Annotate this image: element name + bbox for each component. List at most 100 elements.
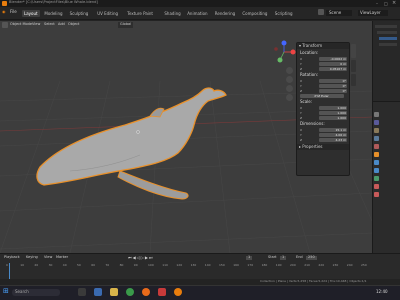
perspective-toggle-icon[interactable] [286,94,293,101]
frame-tick-label: 110 [162,263,168,267]
workspace-tab-modeling[interactable]: Modeling [42,10,64,17]
frame-tick-label: 120 [176,263,183,267]
outliner-row[interactable] [377,31,397,34]
task-view-icon[interactable] [78,288,86,296]
location-axis-label: X [300,56,303,61]
y-axis-icon[interactable] [277,57,283,63]
material-properties-icon[interactable] [374,184,379,189]
location-x-field[interactable]: -0.0062 m [319,56,347,61]
add-menu[interactable]: Add [58,22,65,27]
render-properties-icon[interactable] [374,120,379,125]
modifier-properties-icon[interactable] [374,160,379,165]
rotation-axis-label: X [300,78,303,83]
item-tab[interactable] [351,44,356,58]
select-menu[interactable]: Select [44,22,55,27]
workspace-tab-compositing[interactable]: Compositing [240,10,269,17]
outliner-row[interactable] [375,25,397,28]
rotation-label: Rotation: [300,72,319,77]
orientation-dropdown[interactable]: Global [118,22,134,28]
workspace-tab-animation[interactable]: Animation [185,10,209,17]
editor-type-icon[interactable] [2,22,8,28]
scene-selector[interactable]: Scene [326,10,352,16]
scale-y-field[interactable]: 1.000 [319,110,347,115]
keying-menu[interactable]: Keying [26,255,38,260]
object-properties-icon[interactable] [374,152,379,157]
texture-properties-icon[interactable] [374,192,379,197]
workspace-tab-texture-paint[interactable]: Texture Paint [125,10,155,17]
view-menu[interactable]: View [32,22,40,27]
workspace-tab-layout[interactable]: Layout [22,10,40,17]
app-icon[interactable] [158,288,166,296]
rotation-z-field[interactable]: 0° [319,88,347,93]
title-bar: Blender* [C:\Users\ProjectFiles\Blue Wha… [0,0,400,7]
rotation-x-field[interactable]: 0° [319,78,347,83]
menu-file[interactable]: File [10,10,17,14]
workspace-tab-sculpting[interactable]: Sculpting [68,10,91,17]
output-properties-icon[interactable] [374,128,379,133]
scene-icon[interactable] [318,9,324,15]
dimensions-z-field[interactable]: 4.23 m [319,137,347,142]
tool-properties-icon[interactable] [374,112,379,117]
playback-menu[interactable]: Playback [4,255,20,260]
firefox-icon[interactable] [142,288,150,296]
outliner[interactable] [372,21,400,101]
dimensions-x-field[interactable]: 15.1 m [319,127,347,132]
dimensions-y-field[interactable]: 4.06 m [319,132,347,137]
outliner-row-selected[interactable] [379,37,397,40]
dimensions-axis-label: Z [300,137,303,142]
transform-panel-header[interactable]: ▾ Transform [297,43,349,49]
file-explorer-icon[interactable] [110,288,118,296]
location-axis-label: Z [300,66,303,71]
view-tab[interactable] [351,74,356,86]
chrome-icon[interactable] [126,288,134,296]
workspace-tab-rendering[interactable]: Rendering [213,10,237,17]
window-title: Blender* [C:\Users\ProjectFiles\Blue Wha… [9,0,98,4]
end-frame-field[interactable]: 250 [306,255,317,260]
view-menu[interactable]: View [44,255,52,260]
zoom-icon[interactable] [286,67,293,74]
physics-properties-icon[interactable] [374,176,379,181]
camera-view-icon[interactable] [286,85,293,92]
z-axis-icon[interactable] [281,40,287,46]
rotation-mode-dropdown[interactable]: XYZ Euler [300,93,344,98]
navigation-gizmo[interactable] [272,40,296,64]
properties-editor[interactable] [372,101,400,253]
blender-logo-icon [2,1,7,6]
outliner-row[interactable] [379,43,397,46]
location-y-field[interactable]: 0 m [319,61,347,66]
workspace-tab-uv-editing[interactable]: UV Editing [95,10,120,17]
world-properties-icon[interactable] [374,144,379,149]
object-mode-dropdown[interactable]: Object Mode [10,22,32,27]
scale-z-field[interactable]: 1.000 [319,115,347,120]
maximize-icon[interactable]: □ [384,1,388,6]
rotation-y-field[interactable]: 0° [319,83,347,88]
current-frame-field[interactable]: 1 [246,255,253,260]
start-frame-field[interactable]: 1 [280,255,287,260]
windows-start-icon[interactable]: ⊞ [3,288,9,295]
blender-menu-icon[interactable]: ◉ [2,10,6,14]
workspace-tab-shading[interactable]: Shading [162,10,182,17]
close-icon[interactable]: × [392,0,396,6]
workspace-tab-scripting[interactable]: Scripting [273,10,295,17]
object-menu[interactable]: Object [68,22,79,27]
location-z-field[interactable]: 0.05167 m [319,66,347,71]
minimize-icon[interactable]: – [376,1,378,6]
properties-panel-header[interactable]: ▸ Properties [297,144,349,150]
dimensions-label: Dimensions: [300,121,325,126]
timeline[interactable]: Playback Keying View Marker ⏮◀◁▷▶⏭ 1 Sta… [0,253,400,279]
playhead[interactable] [9,263,10,279]
view-layer-selector[interactable]: ViewLayer [358,10,388,16]
frame-ruler[interactable]: 0 10 20 30 40 50 60 70 80 90 100 110 120 130 140 150 160… [0,264,372,270]
playback-controls[interactable]: ⏮◀◁▷▶⏭ [128,256,154,260]
scale-x-field[interactable]: 1.000 [319,105,347,110]
mail-app-icon[interactable] [94,288,102,296]
scene-properties-icon[interactable] [374,136,379,141]
blender-taskbar-icon[interactable] [174,288,182,296]
particles-properties-icon[interactable] [374,168,379,173]
frame-tick-label: 100 [148,263,154,267]
taskbar-search[interactable]: Search [12,289,60,296]
marker-menu[interactable]: Marker [56,255,68,260]
x-axis-icon[interactable] [290,49,296,55]
pan-hand-icon[interactable] [286,76,293,83]
tool-tab[interactable] [351,60,356,72]
